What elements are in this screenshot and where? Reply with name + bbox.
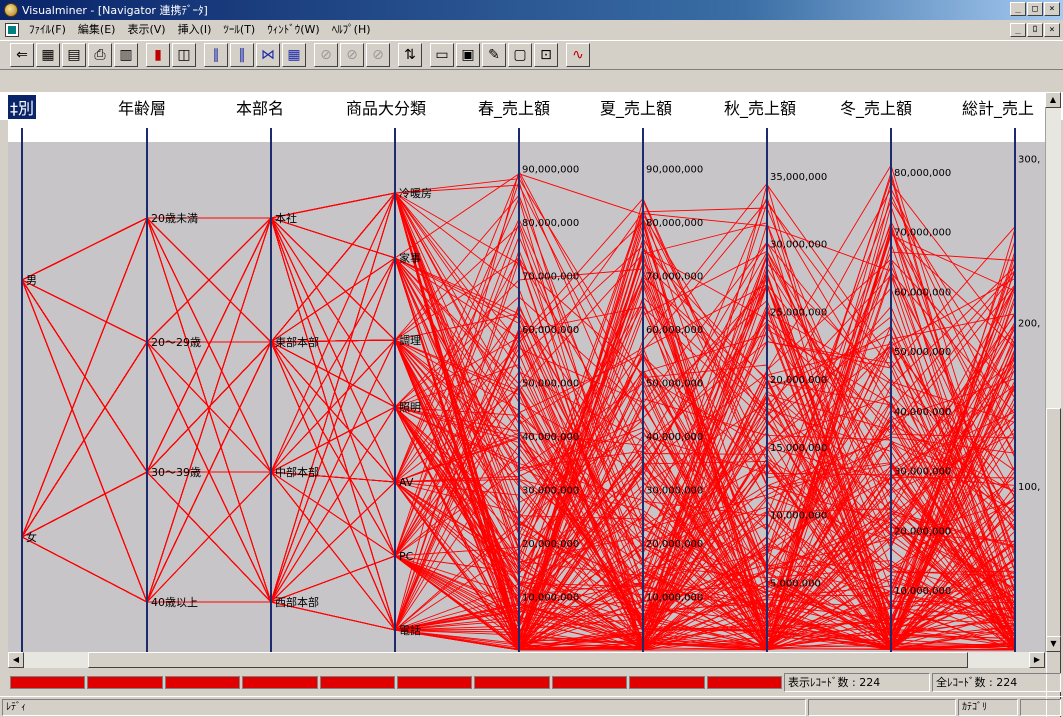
- progress-segment: [551, 676, 628, 689]
- frame-icon: ▢: [513, 47, 527, 63]
- progress-segment: [629, 676, 705, 689]
- column-header-1[interactable]: 年齢層: [118, 95, 166, 119]
- status-blank: [808, 699, 956, 716]
- image-icon: ▣: [461, 47, 475, 63]
- copy-button[interactable]: ▤: [62, 43, 86, 67]
- progress-segment: [87, 676, 163, 689]
- column-header-2[interactable]: 本部名: [236, 95, 284, 119]
- progress-segment: [242, 676, 318, 689]
- bar-chart-button[interactable]: ▮: [146, 43, 170, 67]
- status-ready: ﾚﾃﾞｨ: [2, 699, 806, 716]
- menu-insert[interactable]: 挿入(I): [172, 21, 218, 39]
- menu-bar: ﾌｧｲﾙ(F) 編集(E) 表示(V) 挿入(I) ﾂｰﾙ(T) ｳｨﾝﾄﾞｳ(…: [0, 20, 1063, 40]
- menu-view[interactable]: 表示(V): [121, 21, 171, 39]
- pen-icon: ✎: [488, 47, 500, 63]
- menu-tools[interactable]: ﾂｰﾙ(T): [217, 21, 261, 39]
- copy-icon: ▤: [67, 47, 81, 63]
- progress-segment: [10, 676, 86, 689]
- plot-background: [8, 142, 1045, 652]
- window-title: Visualminer - [Navigator 連携ﾃﾞｰﾀ]: [22, 4, 208, 17]
- total-records-count: 全ﾚｺｰﾄﾞ数 : 224: [932, 673, 1061, 692]
- scroll-right-button[interactable]: ▶: [1029, 652, 1045, 668]
- title-bar: Visualminer - [Navigator 連携ﾃﾞｰﾀ] _ □ ×: [0, 0, 1063, 20]
- column-header-8[interactable]: 総計_売上: [962, 95, 1034, 119]
- axis-icon: ⋈: [261, 47, 275, 63]
- filter-button[interactable]: ⊘: [314, 43, 338, 67]
- window-icon: ◫: [177, 47, 191, 63]
- doc-minimize-button[interactable]: _: [1010, 23, 1026, 37]
- menu-edit[interactable]: 編集(E): [72, 21, 122, 39]
- close-button[interactable]: ×: [1044, 2, 1060, 16]
- menu-window[interactable]: ｳｨﾝﾄﾞｳ(W): [261, 21, 325, 39]
- window-button[interactable]: ◫: [172, 43, 196, 67]
- parallel-coords-button[interactable]: ∥: [204, 43, 228, 67]
- app-icon[interactable]: [4, 3, 18, 17]
- column-header-0[interactable]: ‡別: [8, 95, 37, 119]
- parallel-blue-icon: ‖: [238, 47, 246, 63]
- filter-icon: ⊘: [320, 47, 332, 63]
- data-icon: ∿: [572, 47, 584, 63]
- filter3-button[interactable]: ⊘: [366, 43, 390, 67]
- status-extra: [1020, 699, 1061, 716]
- toolbar: ⇐ ▦ ▤ ⎙ ▥ ▮ ◫ ∥ ‖ ⋈ ▦ ⊘ ⊘ ⊘ ⇅ ▭ ▣ ✎ ▢ ⊡ ∿: [0, 40, 1063, 70]
- save-icon: ▦: [41, 47, 55, 63]
- print-icon: ⎙: [94, 47, 106, 63]
- filter2-button[interactable]: ⊘: [340, 43, 364, 67]
- menu-help[interactable]: ﾍﾙﾌﾟ(H): [326, 21, 377, 39]
- chart-icon: ▭: [435, 47, 449, 63]
- zoom-button[interactable]: ⊡: [534, 43, 558, 67]
- horizontal-scroll-thumb[interactable]: [88, 652, 968, 668]
- record-progress-bar: [10, 676, 783, 689]
- parallel-blue-button[interactable]: ‖: [230, 43, 254, 67]
- column-header-row: ‡別 年齢層 本部名 商品大分類 春_売上額 夏_売上額 秋_売上額 冬_売上額 総計_売上: [0, 92, 1063, 120]
- image-button[interactable]: ▣: [456, 43, 480, 67]
- zoom-icon: ⊡: [540, 47, 552, 63]
- preview-icon: ▥: [119, 47, 133, 63]
- column-header-4[interactable]: 春_売上額: [478, 95, 550, 119]
- table-icon: ▦: [287, 47, 301, 63]
- column-header-7[interactable]: 冬_売上額: [840, 95, 912, 119]
- vertical-scrollbar[interactable]: ▼: [1045, 108, 1061, 717]
- column-header-3[interactable]: 商品大分類: [346, 95, 426, 119]
- filter3-icon: ⊘: [372, 47, 384, 63]
- displayed-records-count: 表示ﾚｺｰﾄﾞ数 : 224: [784, 673, 930, 692]
- chart-button[interactable]: ▭: [430, 43, 454, 67]
- maximize-button[interactable]: □: [1027, 2, 1043, 16]
- column-header-5[interactable]: 夏_売上額: [600, 95, 672, 119]
- scroll-up-button[interactable]: ▲: [1045, 92, 1061, 108]
- vertical-scroll-thumb[interactable]: [1046, 408, 1061, 717]
- menu-file[interactable]: ﾌｧｲﾙ(F): [23, 21, 72, 39]
- bar-chart-icon: ▮: [154, 47, 162, 63]
- progress-segment: [164, 676, 241, 689]
- sort-icon: ⇅: [404, 47, 416, 63]
- progress-segment: [474, 676, 550, 689]
- data-button[interactable]: ∿: [566, 43, 590, 67]
- status-bar: ﾚﾃﾞｨ ｶﾃｺﾞﾘ: [0, 696, 1063, 717]
- status-category: ｶﾃｺﾞﾘ: [958, 699, 1018, 716]
- table-button[interactable]: ▦: [282, 43, 306, 67]
- doc-close-button[interactable]: ×: [1044, 23, 1060, 37]
- progress-segment: [397, 676, 473, 689]
- scroll-down-button[interactable]: ▼: [1046, 636, 1061, 652]
- frame-button[interactable]: ▢: [508, 43, 532, 67]
- column-header-6[interactable]: 秋_売上額: [724, 95, 796, 119]
- progress-segment: [706, 676, 783, 689]
- horizontal-scrollbar[interactable]: ◀ ▶: [8, 652, 1045, 668]
- pen-button[interactable]: ✎: [482, 43, 506, 67]
- sort-button[interactable]: ⇅: [398, 43, 422, 67]
- preview-button[interactable]: ▥: [114, 43, 138, 67]
- filter2-icon: ⊘: [346, 47, 358, 63]
- open-button[interactable]: ⇐: [10, 43, 34, 67]
- axis-button[interactable]: ⋈: [256, 43, 280, 67]
- save-button[interactable]: ▦: [36, 43, 60, 67]
- document-icon[interactable]: [5, 23, 19, 37]
- doc-restore-button[interactable]: ﾛ: [1027, 23, 1043, 37]
- minimize-button[interactable]: _: [1010, 2, 1026, 16]
- print-button[interactable]: ⎙: [88, 43, 112, 67]
- progress-segment: [319, 676, 396, 689]
- parallel-coords-icon: ∥: [212, 47, 220, 63]
- open-icon: ⇐: [16, 47, 28, 63]
- scroll-left-button[interactable]: ◀: [8, 652, 24, 668]
